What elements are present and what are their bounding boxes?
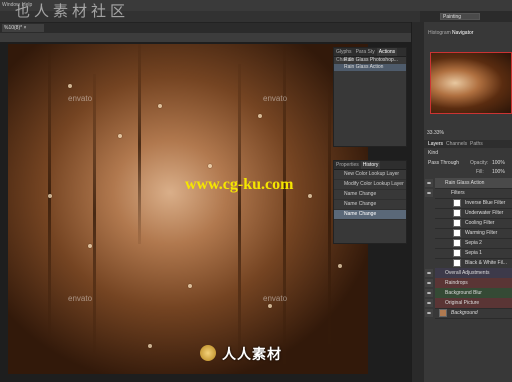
history-state[interactable]: Name Change [334,200,406,210]
tab-paths[interactable]: Paths [470,141,483,147]
document-tab[interactable]: %10(8)* × [2,24,44,32]
workspace-select[interactable]: Painting [440,13,480,20]
watermark-logo [200,345,216,361]
visibility-eye-icon[interactable] [425,279,433,287]
panel-icon-strip[interactable] [411,22,424,382]
actions-panel: Glyphs Para Sty ActionsChar St Rain Glass … [333,47,407,147]
action-set-row[interactable]: Rain Glass Photoshop... [334,57,406,64]
layer-row-background[interactable]: Background [425,308,512,319]
envato-watermark: envato [263,294,288,303]
tab-layers[interactable]: Layers [428,141,443,147]
visibility-eye-icon[interactable] [425,189,433,197]
layer-mask-thumbnail [453,219,461,227]
watermark-top: 也人素材社区 [15,2,130,20]
navigator-tabs: Histogram Navigator [426,30,506,38]
history-state[interactable]: Name Change [334,190,406,200]
layers-panel-tabs: Layers Channels Paths [424,140,512,148]
visibility-eye-icon[interactable] [425,299,433,307]
layer-mask-thumbnail [453,229,461,237]
visibility-eye-icon[interactable] [425,269,433,277]
fill-value[interactable]: 100% [492,169,505,175]
history-panel-tabs: Properties History [334,161,406,170]
tab-properties[interactable]: Properties [334,161,361,169]
tab-actions[interactable]: Actions [376,48,398,56]
tab-navigator[interactable]: Navigator [452,30,473,36]
layer-mask-thumbnail [453,239,461,247]
history-panel: Properties History New Color Lookup Layer… [333,160,407,244]
tab-para-styles[interactable]: Para Sty [354,48,377,56]
envato-watermark: envato [68,94,93,103]
visibility-eye-icon[interactable] [425,179,433,187]
history-state[interactable]: New Color Lookup Layer [334,170,406,180]
opacity-value[interactable]: 100% [492,160,505,166]
envato-watermark: envato [68,294,93,303]
visibility-eye-icon[interactable] [425,309,433,317]
navigator-thumbnail[interactable] [430,52,512,114]
visibility-eye-icon[interactable] [425,289,433,297]
history-state-selected[interactable]: Name Change [334,210,406,220]
zoom-level[interactable]: 33.33% [427,130,444,136]
tab-channels[interactable]: Channels [446,141,467,147]
opacity-label: Opacity: [470,160,489,166]
fill-label: Fill: [476,169,484,175]
history-state[interactable]: Modify Color Lookup Layer [334,180,406,190]
blend-mode-select[interactable]: Pass Through [428,160,459,166]
actions-panel-tabs: Glyphs Para Sty ActionsChar St [334,48,406,63]
layer-mask-thumbnail [453,209,461,217]
layer-filter-kind[interactable]: Kind [428,150,438,156]
layer-mask-thumbnail [453,199,461,207]
action-row[interactable]: Rain Glass Action [334,64,406,71]
layer-mask-thumbnail [453,259,461,267]
layer-thumbnail [439,309,447,317]
document-image: envato envato envato envato [8,44,368,374]
tab-glyphs[interactable]: Glyphs [334,48,354,56]
layer-mask-thumbnail [453,249,461,257]
watermark-url: www.cg-ku.com [185,176,294,193]
tab-histogram[interactable]: Histogram [428,30,451,36]
watermark-bottom: 人人素材 [222,346,282,362]
envato-watermark: envato [263,94,288,103]
tab-history[interactable]: History [360,161,381,169]
